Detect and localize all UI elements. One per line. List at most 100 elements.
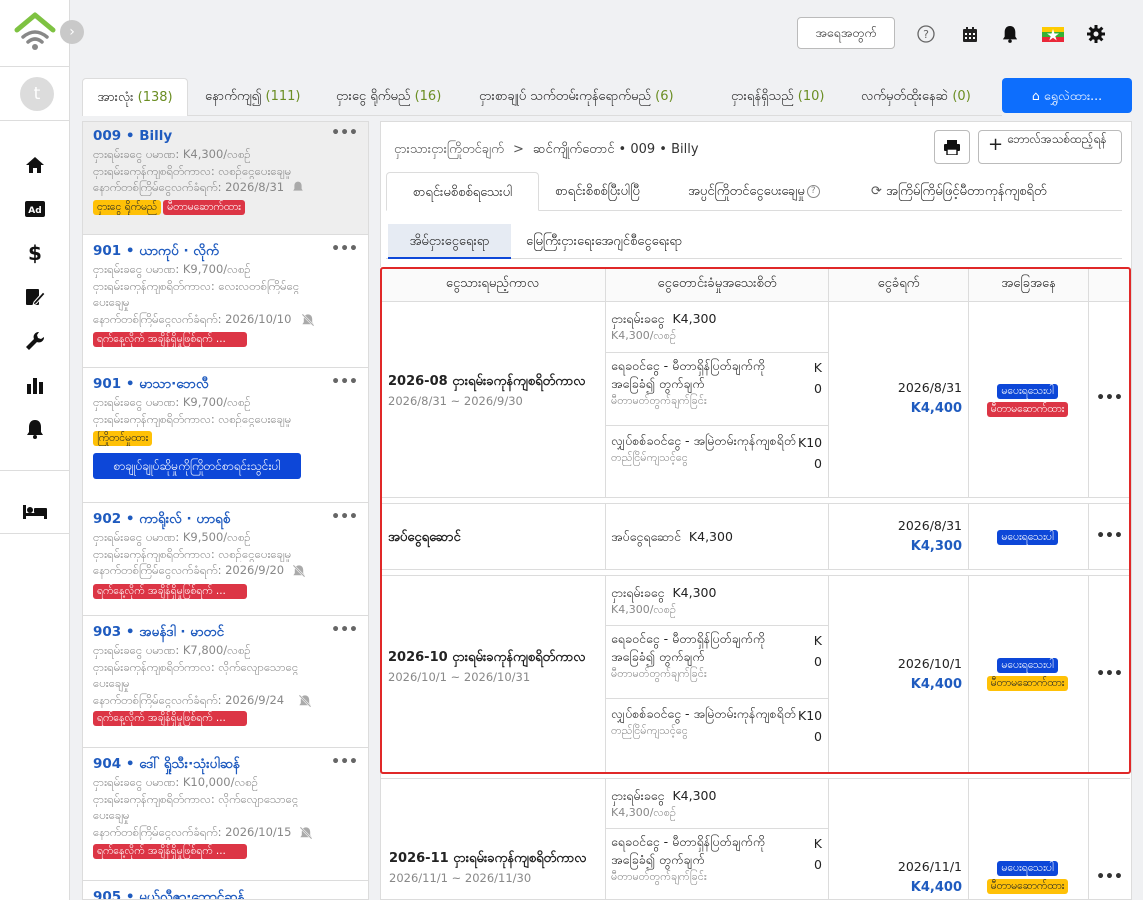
table-row: 2026-10 ငှားရမ်းခကုန်ကျစရိတ်ကာလ 2026/10/… [380, 575, 606, 773]
charge-line: ငှားရမ်းခငွေ K4,300 K4,300/လစဉ် [606, 778, 829, 829]
tenant-list-item[interactable]: 905 • မယ်လီဇာ·ဘောင်ဆန် [83, 881, 368, 899]
subtab-rental-finance[interactable]: အိမ်ငှားငွေရေးရာ [388, 224, 511, 259]
tab-count: (10) [797, 89, 825, 104]
tab-label: နောက်ကျ၍ [205, 89, 262, 104]
tenant-detail: ငှားရမ်းခငွေ ပမာဏ: K4,300/လစဉ် [93, 147, 251, 161]
tab-label: ငှားစာချုပ် သက်တမ်းကုန်ရောက်မည် [479, 89, 652, 104]
charge-amount: K4,300 [672, 311, 717, 326]
billing-date: 2026/8/31 [897, 518, 962, 533]
charge-amount: K4,300 [672, 585, 717, 600]
home-icon[interactable] [22, 152, 48, 178]
tenant-list-item[interactable]: 901 • ယာကုပ် · လိုက် ••• ငှားရမ်းခငွေ ပမ… [83, 235, 368, 368]
charge-note: K4,300/လစဉ် [611, 603, 677, 616]
row-actions-icon[interactable]: ••• [1089, 778, 1130, 900]
row-actions-icon[interactable]: ••• [1089, 575, 1130, 773]
print-button[interactable] [934, 130, 970, 164]
calendar-icon[interactable] [959, 23, 981, 45]
charge-amount: K4,300 [672, 788, 717, 803]
column-header: ငွေတောင်းခံမှုအသေးစိတ် [606, 267, 829, 302]
collapse-sidebar-chevron-icon[interactable]: › [60, 20, 84, 44]
tenant-list-item[interactable]: 902 • ကာရိုးလ် · ဟာရစ် ••• ငှားရမ်းခငွေ … [83, 503, 368, 616]
bed-icon[interactable] [22, 498, 48, 524]
status-badge: ငှားငွေ ရိုက်မည် [93, 199, 162, 215]
tab-count: (111) [265, 89, 301, 104]
more-options-icon[interactable]: ••• [331, 374, 358, 390]
charge-name: လျှပ်စစ်ခဝင်ငွေ - အမြဲတမ်းကုန်ကျစရိတ် [611, 433, 797, 448]
tab-overdue[interactable]: နောက်ကျ၍ (111) [205, 78, 300, 116]
charge-note: K4,300/လစဉ် [611, 806, 677, 819]
bell-off-icon [292, 564, 306, 578]
charge-note: မီတာမတ်တွက်ချက်ခြင်း [611, 870, 707, 883]
tab-lease-expiring[interactable]: ငှားစာချုပ် သက်တမ်းကုန်ရောက်မည် (6) [479, 78, 674, 116]
bell-icon[interactable] [22, 416, 48, 442]
billing-period: 2026-11 ငှားရမ်းခကုန်ကျစရိတ်ကာလ [389, 851, 587, 866]
subtab-agency-finance[interactable]: မြေကြီးငှားရေးအေဂျင်စီငွေရေးရာ [526, 224, 682, 259]
user-avatar[interactable]: t [20, 77, 54, 111]
tab-recurring-meter[interactable]: ⟳ အကြိမ်ကြိမ်ဖြင့်မီတာကုန်ကျစရိတ် [871, 172, 1047, 211]
billing-period: 2026-10 ငှားရမ်းခကုန်ကျစရိတ်ကာလ [388, 650, 586, 665]
status-badge: မပေးရသေးပါ [997, 861, 1058, 876]
tenant-detail: ငှားရမ်းခကုန်ကျစရိတ်ကာလ: လိုက်လျောသောငွေ [93, 791, 299, 806]
row-actions-icon[interactable]: ••• [1089, 302, 1130, 498]
tab-label: လက်မှတ်ထိုးနေဆဲ [861, 89, 949, 104]
tenant-list-item[interactable]: 904 • ဒေါ် ရှိုသီး·သုံးပါဆန် ••• ငှားရမ်… [83, 748, 368, 881]
logout-button[interactable]: အရေအတွက် [797, 17, 895, 49]
tenant-name: 902 • ကာရိုးလ် · ဟာရစ် [93, 511, 231, 527]
ad-icon[interactable]: Ad [22, 196, 48, 222]
notification-bell-icon[interactable] [999, 23, 1021, 45]
more-options-icon[interactable]: ••• [331, 754, 358, 770]
tab-signing[interactable]: လက်မှတ်ထိုးနေဆဲ (0) [861, 78, 971, 116]
tenant-name: 903 • အမန်ဒါ · မာတင် [93, 624, 225, 640]
dollar-icon[interactable]: $ [22, 240, 48, 266]
tab-vacant[interactable]: ငှားရန်ရှိသည် (10) [731, 78, 824, 116]
add-charge-button[interactable]: + ဘောလ်အသစ်ထည့်ရန် [978, 130, 1122, 164]
status-badge: မီတာမဆောက်ထား [986, 879, 1069, 894]
status-cell: မပေးရသေးပါ [969, 503, 1089, 570]
tab-unverified[interactable]: စာရင်းမစိစစ်ရသေးပါ [386, 172, 539, 211]
charge-name: ရေခဝင်ငွေ - မီတာရှိန်ပြတ်ချက်ကို အခြေခံ၍… [611, 834, 766, 867]
tab-rent-due[interactable]: ငှားငွေ ရိုက်မည် (16) [336, 78, 441, 116]
button-label: ဘောလ်အသစ်ထည့်ရန် [1007, 132, 1107, 146]
status-badge: မီတာမဆောက်ထား [986, 402, 1069, 417]
myanmar-flag-icon[interactable] [1042, 23, 1064, 45]
tenant-list-item[interactable]: 901 • မာသာ·ဘေလီ ••• ငှားရမ်းခငွေ ပမာဏ: K… [83, 368, 368, 503]
table-row: 2026-08 ငှားရမ်းခကုန်ကျစရိတ်ကာလ 2026/8/3… [380, 302, 606, 498]
column-header: ငွေသားရမည့်ကာလ [380, 267, 606, 302]
tab-label: ငှားငွေ ရိုက်မည် [336, 89, 411, 104]
billing-period: 2026-08 ငှားရမ်းခကုန်ကျစရိတ်ကာလ [388, 374, 586, 389]
pre-register-contract-button[interactable]: စာချုပ်ချုပ်ဆိုမှုကိုကြိုတင်စာရင်းသွင်းပ… [93, 453, 301, 479]
app-logo-icon[interactable] [14, 12, 56, 52]
more-options-icon[interactable]: ••• [331, 509, 358, 525]
breadcrumb-parent[interactable]: ငှားသားငှားကြိုတင်ချက် [394, 142, 504, 157]
wrench-icon[interactable] [22, 328, 48, 354]
row-actions-icon[interactable]: ••• [1089, 503, 1130, 570]
parked-units-button[interactable]: ⌂ ရွှေလဲထား... [1002, 78, 1132, 113]
divider [0, 470, 70, 471]
svg-text:?: ? [923, 28, 929, 41]
edit-document-icon[interactable] [22, 284, 48, 310]
tenant-detail: နောက်တစ်ကြိမ်ငွေလက်ခံရက်: 2026/9/20 [93, 563, 285, 577]
billing-total: K4,400 [910, 401, 962, 416]
settings-gear-icon[interactable] [1085, 23, 1107, 45]
tab-count: (0) [952, 89, 971, 104]
tenant-list-item[interactable]: 009 • Billy ••• ငှားရမ်းခငွေ ပမာဏ: K4,30… [83, 122, 368, 235]
tenant-list-item[interactable]: 903 • အမန်ဒါ · မာတင် ••• ငှားရမ်းခငွေ ပမ… [83, 616, 368, 748]
bell-icon [292, 181, 306, 193]
charge-line: ရေခဝင်ငွေ - မီတာရှိန်ပြတ်ချက်ကို အခြေခံ၍… [606, 829, 829, 900]
more-options-icon[interactable]: ••• [331, 622, 358, 638]
bell-off-icon [299, 826, 313, 840]
help-icon[interactable]: ? [806, 185, 820, 198]
button-label: ရွှေလဲထား... [1043, 88, 1103, 103]
charge-name: ငှားရမ်းခငွေ [611, 585, 665, 600]
tab-label: အပ္ပင်ကြိုတင်ငွေပေးချေမှု [688, 184, 805, 199]
charge-amount: K 0 [813, 360, 822, 396]
more-options-icon[interactable]: ••• [331, 125, 358, 141]
help-icon[interactable]: ? [915, 23, 937, 45]
tab-prepayment[interactable]: အပ္ပင်ကြိုတင်ငွေပေးချေမှု? [688, 172, 820, 211]
tab-verified[interactable]: စာရင်းစိစစ်ပြီးပါပြီ [555, 172, 640, 211]
bar-chart-icon[interactable] [22, 372, 48, 398]
tenant-detail: ပေးချေမှု [93, 295, 130, 309]
svg-text:$: $ [28, 242, 42, 264]
tab-all[interactable]: အားလုံး (138) [82, 78, 188, 116]
more-options-icon[interactable]: ••• [331, 241, 358, 257]
